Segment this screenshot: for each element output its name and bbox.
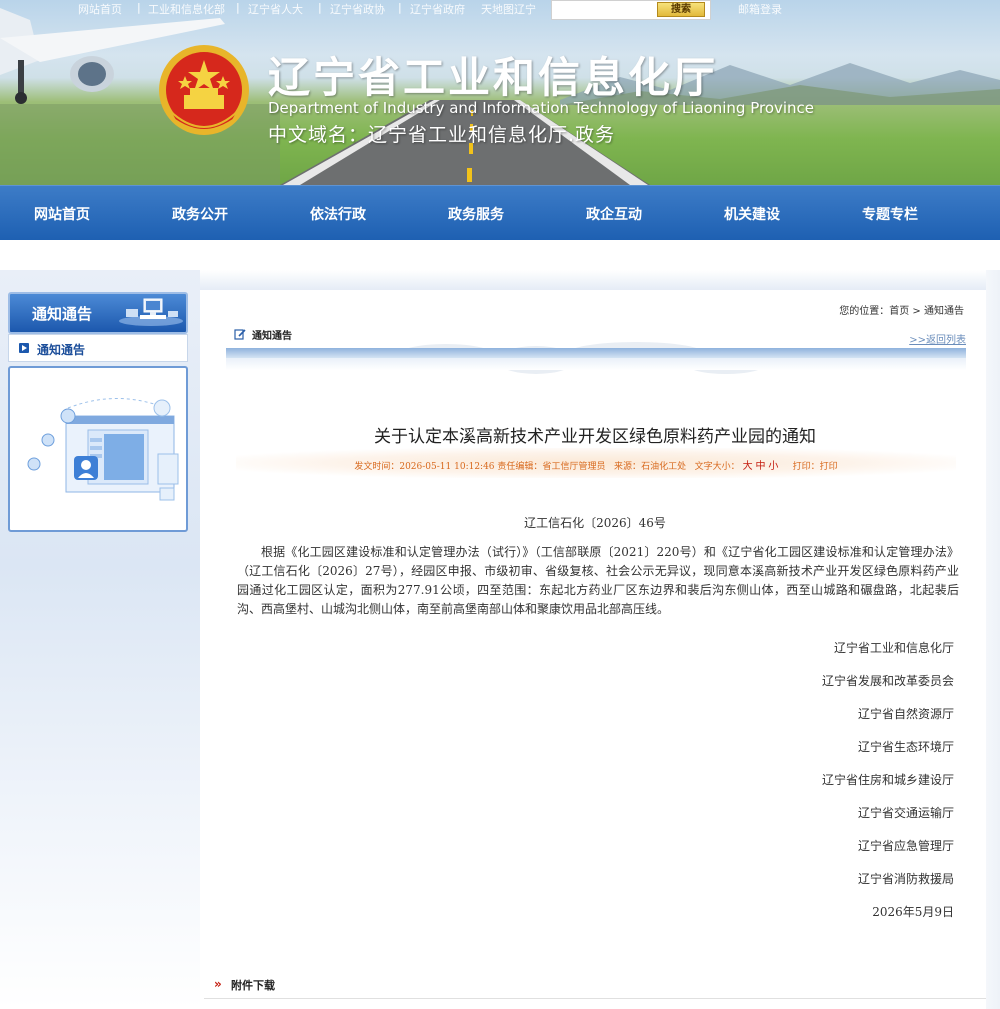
signatory: 辽宁省发展和改革委员会: [821, 674, 954, 688]
nav-gov-affairs[interactable]: 政务公开: [140, 204, 260, 224]
toplink-cppcc[interactable]: 辽宁省政协: [330, 1, 385, 17]
sidebar-illustration: [8, 366, 188, 532]
search-button[interactable]: 搜索: [657, 2, 705, 17]
article-title: 关于认定本溪高新技术产业开发区绿色原料药产业园的通知: [374, 427, 816, 447]
meta-editor: 省工信厅管理员: [542, 462, 606, 472]
sidebar: 通知通告 通知通告: [0, 270, 200, 1009]
nav-home[interactable]: 网站首页: [2, 204, 122, 224]
toplink-home[interactable]: 网站首页: [78, 1, 122, 17]
site-title: 辽宁省工业和信息化厅: [268, 53, 719, 102]
column-title-shadow: [226, 358, 966, 370]
print-button[interactable]: 打印: [820, 462, 838, 472]
signatory: 辽宁省消防救援局: [857, 872, 954, 886]
sidebar-item-notices[interactable]: 通知通告: [8, 334, 188, 362]
site-domain: 中文域名：辽宁省工业和信息化厅.政务: [268, 124, 616, 146]
toplink-separator: |: [398, 1, 402, 14]
article-meta: 发文时间：2026-05-11 10:12:46 责任编辑：省工信厅管理员 来源…: [236, 457, 956, 472]
font-size-small-button[interactable]: 小: [768, 461, 778, 472]
meta-source-label: 来源：: [614, 462, 642, 472]
signatory: 辽宁省交通运输厅: [857, 806, 954, 820]
nav-interaction[interactable]: 政企互动: [554, 204, 674, 224]
meta-editor-label: 责任编辑：: [497, 462, 543, 472]
meta-published-label: 发文时间：: [354, 462, 400, 472]
nav-special-topics[interactable]: 专题专栏: [830, 204, 950, 224]
column-title: 通知通告: [252, 331, 292, 342]
meta-source: 石油化工处: [641, 462, 687, 472]
attachments-bar: » 附件下载: [204, 973, 986, 999]
sidebar-heading: 通知通告: [8, 292, 188, 334]
meta-font-size-label: 文字大小：: [694, 462, 740, 472]
web-page-illustration: [27, 397, 179, 501]
edit-icon: [234, 329, 246, 340]
sidebar-heading-title: 通知通告: [32, 305, 93, 323]
main-content: 您的位置：首页 > 通知通告 通知通告 >>返回列表 关于认定本溪高新技术产业开…: [204, 290, 986, 1009]
breadcrumb-home[interactable]: 首页: [889, 306, 909, 317]
toplink-map[interactable]: 天地图辽宁: [481, 1, 536, 17]
toplink-gov[interactable]: 辽宁省政府: [410, 1, 465, 17]
article-meta-bar: 发文时间：2026-05-11 10:12:46 责任编辑：省工信厅管理员 来源…: [236, 448, 956, 478]
article-body: 根据《化工园区建设标准和认定管理办法（试行）》（工信部联原〔2021〕220号）…: [237, 545, 959, 616]
site-subtitle: Department of Industry and Information T…: [268, 99, 815, 117]
signatory: 辽宁省应急管理厅: [857, 839, 954, 853]
arrow-right-icon: [19, 343, 29, 353]
computer-icon: [119, 298, 183, 326]
breadcrumb-current[interactable]: 通知通告: [924, 306, 964, 317]
nav-services[interactable]: 政务服务: [416, 204, 536, 224]
document-date: 2026年5月9日: [872, 905, 954, 919]
sidebar-item-label: 通知通告: [37, 343, 86, 357]
nav-law[interactable]: 依法行政: [278, 204, 398, 224]
national-emblem-logo: [159, 45, 249, 135]
breadcrumb: 您的位置：首页 > 通知通告: [839, 302, 964, 317]
toplink-npc[interactable]: 辽宁省人大: [248, 1, 303, 17]
breadcrumb-separator: >: [912, 306, 921, 317]
signatory: 辽宁省工业和信息化厅: [833, 641, 954, 655]
meta-print-label: 打印：: [792, 462, 820, 472]
toplink-separator: |: [318, 1, 322, 14]
top-link-bar: 网站首页 | 工业和信息化部 | 辽宁省人大 | 辽宁省政协 | 辽宁省政府 天…: [0, 0, 1000, 20]
toplink-mail[interactable]: 邮箱登录: [738, 1, 782, 17]
nav-organization[interactable]: 机关建设: [692, 204, 812, 224]
site-header: 网站首页 | 工业和信息化部 | 辽宁省人大 | 辽宁省政协 | 辽宁省政府 天…: [0, 0, 1000, 185]
column-title-rule: [226, 348, 966, 358]
document-number: 辽工信石化〔2026〕46号: [524, 516, 666, 530]
main-nav: 网站首页 政务公开 依法行政 政务服务 政企互动 机关建设 专题专栏: [0, 185, 1000, 240]
back-to-list-link[interactable]: >>返回列表: [909, 331, 966, 346]
attachments-title: 附件下载: [231, 979, 275, 992]
signatory: 辽宁省住房和城乡建设厅: [821, 773, 954, 787]
double-chevron-icon: »: [214, 977, 222, 991]
toplink-separator: |: [236, 1, 240, 14]
toplink-miit[interactable]: 工业和信息化部: [148, 1, 225, 17]
font-size-medium-button[interactable]: 中: [755, 461, 765, 472]
toplink-separator: |: [137, 1, 141, 14]
font-size-large-button[interactable]: 大: [743, 461, 753, 472]
breadcrumb-prefix: 您的位置：: [839, 306, 890, 317]
signatory: 辽宁省自然资源厅: [857, 707, 954, 721]
right-shade: [986, 270, 1000, 1009]
signatory: 辽宁省生态环境厅: [857, 740, 954, 754]
meta-published: 2026-05-11 10:12:46: [399, 462, 495, 472]
